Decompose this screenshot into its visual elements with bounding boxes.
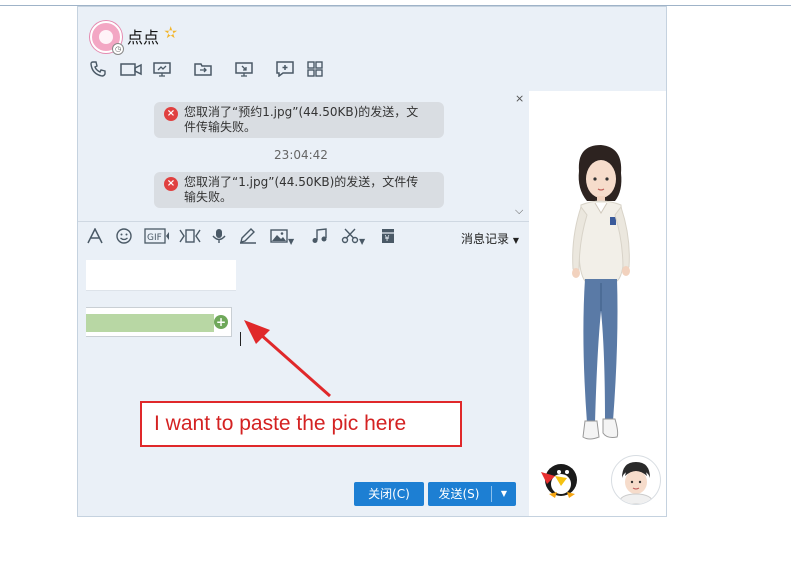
- image-icon[interactable]: ▼: [270, 226, 294, 252]
- message-line: 您取消了“1.jpg”(44.50KB)的发送，文件传: [184, 175, 419, 189]
- send-button[interactable]: 发送(S) ▼: [428, 482, 516, 506]
- red-packet-icon[interactable]: ¥: [381, 226, 395, 252]
- voice-icon[interactable]: [212, 226, 226, 252]
- message-input[interactable]: + I want to paste the pic here 关闭(C) 发送(…: [78, 254, 529, 516]
- chevron-down-icon: ▼: [512, 236, 519, 245]
- close-button[interactable]: 关闭(C): [354, 482, 424, 506]
- error-message: × 您取消了“1.jpg”(44.50KB)的发送，文件传 输失败。: [154, 172, 444, 208]
- character-illustration: [572, 145, 630, 440]
- button-separator: [491, 486, 492, 502]
- scroll-up-icon[interactable]: ⨯: [515, 92, 524, 105]
- error-message: × 您取消了“预约1.jpg”(44.50KB)的发送，文 件传输失败。: [154, 102, 444, 138]
- window-edge-marker: [666, 87, 667, 101]
- file-transfer-icon[interactable]: ▼: [194, 61, 212, 99]
- star-icon[interactable]: ✫: [164, 23, 177, 42]
- send-options-dropdown[interactable]: ▼: [494, 482, 514, 506]
- message-line: 件传输失败。: [184, 120, 257, 134]
- video-clip-icon[interactable]: [179, 226, 201, 252]
- panel-divider[interactable]: [78, 221, 529, 222]
- apps-grid-icon[interactable]: ▼: [307, 61, 323, 99]
- input-toolbar: GIF ▼ ▼ ¥ 消息记录 ▼: [78, 226, 529, 252]
- message-history-button[interactable]: 消息记录 ▼: [461, 226, 519, 254]
- avatar-face: [99, 30, 113, 44]
- new-chat-icon[interactable]: [276, 61, 294, 83]
- message-line: 输失败。: [184, 190, 233, 204]
- error-icon: ×: [164, 177, 178, 191]
- scroll-down-icon[interactable]: ⌵: [515, 204, 523, 218]
- chat-window: ◷ 点点 ✫ ▾ — ☐ ✕ ▼ ▼ ▼ ▼ ⨯: [77, 6, 667, 517]
- message-history[interactable]: ⨯ × 您取消了“预约1.jpg”(44.50KB)的发送，文 件传输失败。 2…: [78, 91, 529, 221]
- svg-text:GIF: GIF: [147, 233, 162, 243]
- message-line: 您取消了“预约1.jpg”(44.50KB)的发送，文: [184, 105, 419, 119]
- contact-avatar[interactable]: ◷: [90, 21, 124, 55]
- pasted-image-fragment: +: [86, 307, 232, 337]
- screen-share-icon[interactable]: ▼: [153, 61, 171, 99]
- music-icon[interactable]: [311, 226, 327, 252]
- phone-icon[interactable]: [90, 61, 106, 83]
- user-avatar[interactable]: [611, 455, 661, 505]
- clock-icon: ◷: [112, 43, 124, 55]
- progress-bar: [86, 314, 214, 332]
- gif-icon[interactable]: GIF: [144, 226, 170, 252]
- message-history-label: 消息记录: [461, 232, 510, 246]
- side-panel: [529, 91, 666, 516]
- video-icon[interactable]: [120, 61, 142, 83]
- screenshot-icon[interactable]: ▼: [341, 226, 365, 252]
- error-icon: ×: [164, 107, 178, 121]
- annotation-box: I want to paste the pic here: [140, 401, 462, 447]
- side-panel-header: [529, 7, 666, 91]
- emoji-icon[interactable]: [116, 226, 132, 252]
- qq-penguin-icon[interactable]: [537, 458, 581, 498]
- remote-desktop-icon[interactable]: ▼: [235, 61, 253, 99]
- font-icon[interactable]: [87, 226, 103, 252]
- add-icon: +: [214, 315, 228, 329]
- draw-icon[interactable]: [239, 226, 257, 252]
- svg-text:¥: ¥: [385, 234, 390, 243]
- send-label: 发送(S): [438, 487, 480, 501]
- annotation-arrow: [244, 320, 331, 398]
- contact-name[interactable]: 点点: [127, 24, 159, 48]
- message-timestamp: 23:04:42: [274, 148, 328, 162]
- annotation-text: I want to paste the pic here: [154, 412, 407, 435]
- pasted-image-fragment: [86, 260, 236, 291]
